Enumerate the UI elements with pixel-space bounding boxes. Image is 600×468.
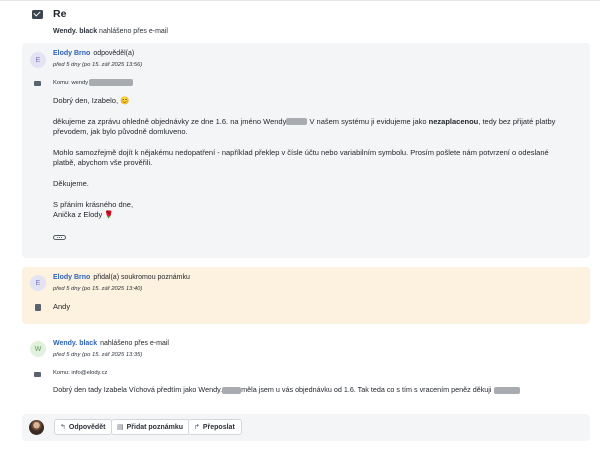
- note-text: Andy: [53, 302, 71, 311]
- current-user-avatar: [29, 420, 44, 435]
- recipient-icon: [34, 81, 41, 86]
- ticket-header: Re: [32, 8, 66, 20]
- message-author-line: Elody Brno odpověděl(a): [53, 50, 134, 57]
- recipient-line: Komu: wendy: [53, 79, 134, 86]
- forward-icon: ↱: [194, 424, 200, 431]
- body-thanks: Děkujeme.: [53, 178, 89, 188]
- action-bar: ↰ Odpovědět ▤ Přidat poznámku ↱ Přeposla…: [22, 414, 590, 441]
- body-paragraph-1: děkujeme za zprávu ohledně objednávky ze…: [53, 116, 556, 137]
- message-body: Dobrý den tady Izabela Víchová předtím j…: [53, 385, 588, 396]
- message-body: Dobrý den, Izabelo, 😊 děkujeme za zprávu…: [53, 96, 573, 221]
- reporter-name[interactable]: Wendy. black: [53, 28, 97, 35]
- redacted-block: [493, 386, 520, 394]
- recipient-icon: [34, 372, 41, 377]
- redacted-block: [89, 79, 134, 86]
- top-divider: [0, 0, 600, 1]
- message-original: W Wendy. black nahlášeno přes e-mail před…: [22, 333, 590, 405]
- ticket-title: Re: [53, 8, 67, 20]
- message-reply: E Elody Brno odpověděl(a) před 5 dny (po …: [22, 43, 590, 258]
- note-icon: [35, 304, 41, 311]
- author-action: přidal(a) soukromou poznámku: [93, 274, 190, 281]
- reported-line: Wendy. black nahlášeno přes e-mail: [53, 28, 168, 35]
- redacted-block: [222, 386, 242, 394]
- redacted-block: [286, 118, 308, 126]
- body-paragraph-2: Mohlo samozřejmě dojít k nějakému nedopa…: [53, 147, 549, 168]
- envelope-icon: [32, 9, 43, 19]
- add-note-button[interactable]: ▤ Přidat poznámku: [111, 419, 191, 435]
- note-author-line: Elody Brno přidal(a) soukromou poznámku: [53, 274, 190, 281]
- recipient-label: Komu: wendy: [53, 79, 89, 86]
- avatar: E: [30, 275, 46, 291]
- body-signature: Anička z Elody 🌹: [53, 210, 114, 220]
- greeting: Dobrý den, Izabelo, 😊: [53, 96, 130, 105]
- author-action: nahlášeno přes e-mail: [100, 340, 169, 347]
- author-name[interactable]: Wendy. black: [53, 340, 97, 347]
- note-icon: ▤: [117, 424, 124, 431]
- author-action: odpověděl(a): [93, 50, 135, 57]
- avatar: E: [30, 52, 46, 68]
- author-name[interactable]: Elody Brno: [53, 50, 90, 57]
- body-closing: S přáním krásného dne,: [53, 199, 134, 209]
- private-note: E Elody Brno přidal(a) soukromou poznámku…: [22, 267, 590, 324]
- avatar: W: [30, 341, 46, 357]
- forward-button[interactable]: ↱ Přeposlat: [188, 419, 242, 435]
- recipient-label: Komu: info@elody.cz: [53, 370, 108, 376]
- reply-button[interactable]: ↰ Odpovědět: [54, 419, 113, 435]
- message-author-line: Wendy. black nahlášeno přes e-mail: [53, 340, 169, 347]
- reported-text: nahlášeno přes e-mail: [99, 28, 168, 35]
- recipient-line: Komu: info@elody.cz: [53, 370, 107, 376]
- message-time: před 5 dny (po 15. zář 2025 13:56): [53, 62, 143, 68]
- message-time: před 5 dny (po 15. zář 2025 13:35): [53, 352, 143, 358]
- author-name[interactable]: Elody Brno: [53, 274, 90, 281]
- reply-icon: ↰: [60, 424, 66, 431]
- note-time: před 5 dny (po 15. zář 2025 13:40): [53, 286, 143, 292]
- show-more-button[interactable]: [53, 235, 66, 240]
